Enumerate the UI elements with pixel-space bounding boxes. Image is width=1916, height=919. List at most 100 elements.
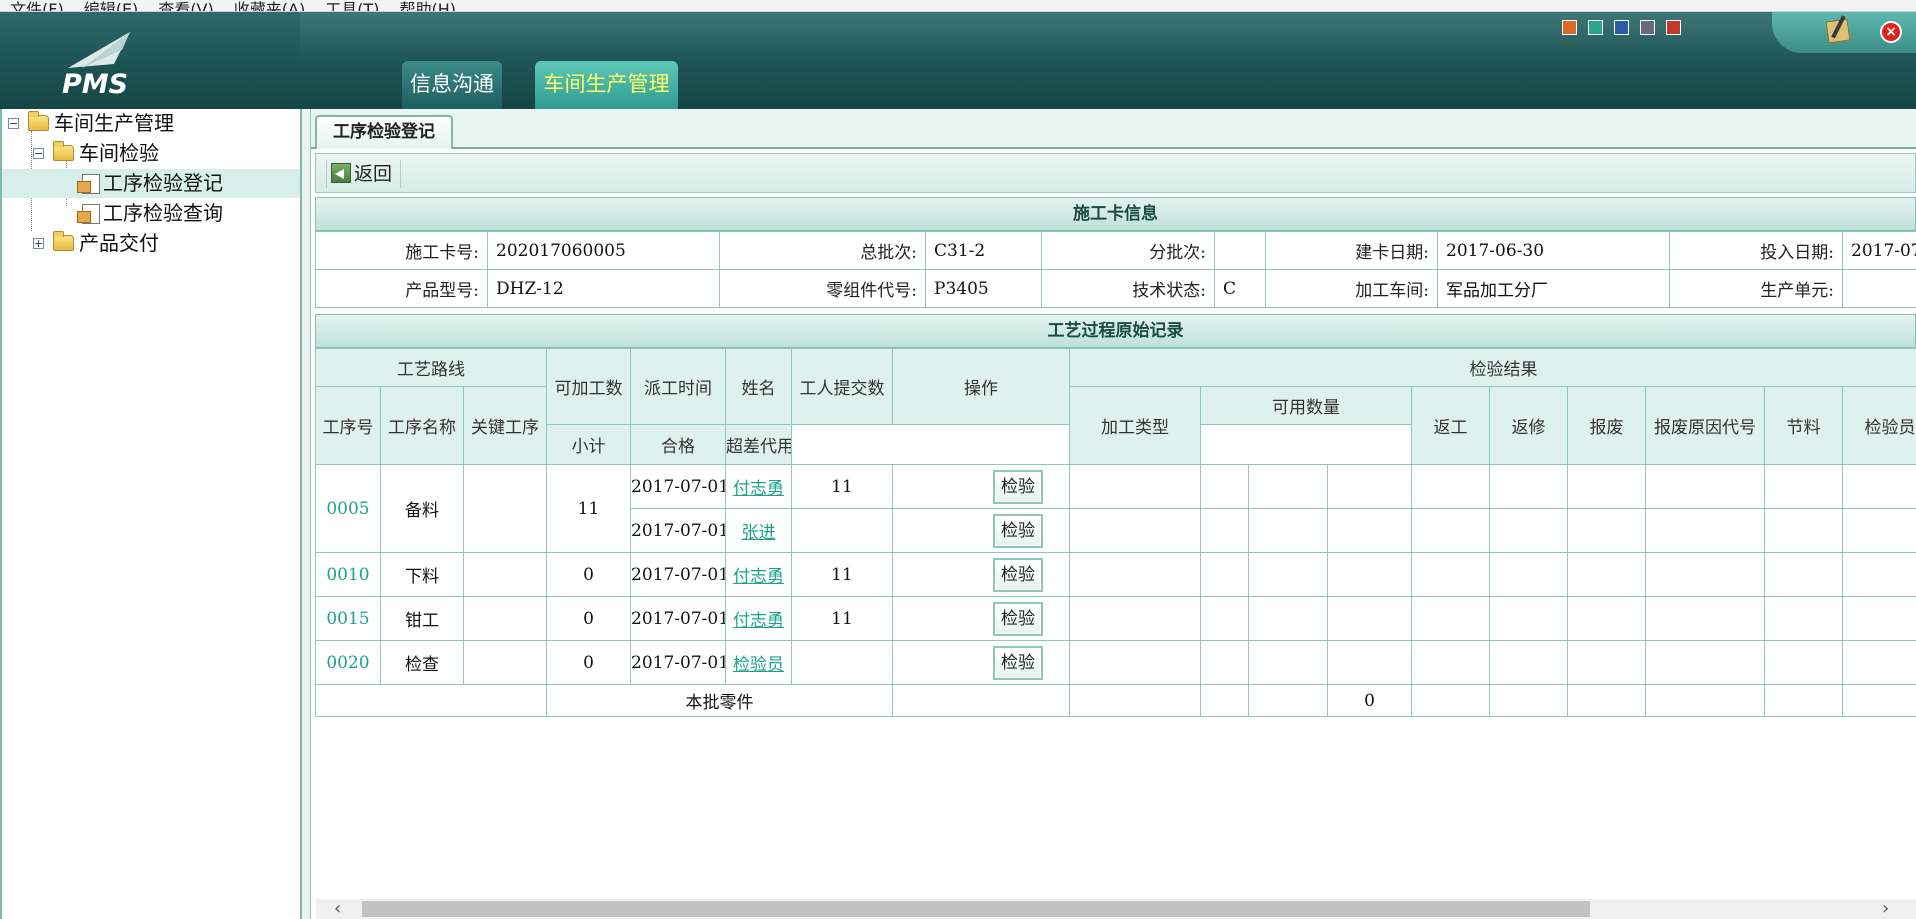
card-info-section: 施工卡信息 施工卡号: 202017060005 总批次: C31-2 分批次:… bbox=[315, 197, 1916, 308]
op-name-cell: 下料 bbox=[380, 552, 464, 597]
dispatch-time-cell: 2017-07-01 bbox=[630, 552, 726, 597]
close-icon[interactable]: × bbox=[1880, 21, 1902, 43]
tab-process-inspection-register[interactable]: 工序检验登记 bbox=[315, 115, 453, 149]
production-unit-label: 生产单元: bbox=[1669, 269, 1843, 308]
total-batch-value: C31-2 bbox=[925, 231, 1042, 270]
page-icon bbox=[77, 204, 100, 224]
back-icon bbox=[331, 162, 351, 183]
process-record-section: 工艺过程原始记录 工艺路线 可加工数 派工时间 姓名 工人提交数 操作 检验结果… bbox=[315, 314, 1916, 717]
product-model-value: DHZ-12 bbox=[487, 269, 720, 308]
worker-name-cell: 检验员 bbox=[725, 640, 792, 685]
collapse-toggle-icon[interactable]: − bbox=[8, 118, 19, 129]
submitted-header: 工人提交数 bbox=[791, 348, 893, 425]
worker-name-cell: 付志勇 bbox=[725, 464, 792, 509]
nav-tab-info[interactable]: 信息沟通 bbox=[402, 61, 502, 109]
expand-toggle-icon[interactable]: + bbox=[33, 238, 44, 249]
back-button[interactable]: 返回 bbox=[326, 160, 402, 188]
dispatch-time-cell: 2017-07-01 bbox=[630, 464, 726, 509]
production-unit-value bbox=[1842, 269, 1916, 308]
result-group-header: 检验结果 bbox=[1068, 348, 1916, 387]
worker-name-link[interactable]: 检验员 bbox=[733, 655, 784, 675]
page-icon bbox=[77, 174, 100, 194]
inspector-header: 检验员 bbox=[1841, 386, 1916, 465]
theme-swatch-gray[interactable] bbox=[1640, 20, 1655, 35]
inspect-button[interactable]: 检验 bbox=[993, 513, 1043, 548]
worker-name-link[interactable]: 付志勇 bbox=[733, 611, 784, 631]
edit-icon[interactable] bbox=[1825, 18, 1851, 44]
tree-item-workshop-management[interactable]: − 车间生产管理 bbox=[2, 109, 300, 138]
action-cell: 检验 bbox=[892, 552, 1070, 597]
menu-favorites[interactable]: 收藏夹(A) bbox=[224, 2, 315, 12]
action-header: 操作 bbox=[892, 348, 1070, 425]
route-group-header: 工艺路线 bbox=[315, 348, 547, 387]
inspect-button[interactable]: 检验 bbox=[993, 601, 1043, 636]
worker-name-cell: 张进 bbox=[725, 508, 792, 553]
menu-file[interactable]: 文件(F) bbox=[0, 2, 74, 12]
action-cell: 检验 bbox=[892, 508, 1070, 553]
workable-cell: 0 bbox=[546, 552, 631, 597]
subtotal-header: 小计 bbox=[546, 424, 631, 465]
input-date-value: 2017-07 bbox=[1842, 231, 1916, 270]
op-name-cell: 钳工 bbox=[380, 596, 464, 641]
menu-help[interactable]: 帮助(H) bbox=[389, 2, 466, 12]
sidebar-splitter[interactable] bbox=[302, 109, 311, 919]
theme-swatches bbox=[1562, 20, 1692, 38]
card-info-table: 施工卡号: 202017060005 总批次: C31-2 分批次: 建卡日期:… bbox=[315, 231, 1916, 308]
qty-group-header: 可用数量 bbox=[1200, 386, 1412, 425]
worker-name-link[interactable]: 付志勇 bbox=[733, 479, 784, 499]
repair-header: 返修 bbox=[1489, 386, 1568, 465]
tree-item-process-inspection-query[interactable]: 工序检验查询 bbox=[2, 199, 300, 228]
menu-edit[interactable]: 编辑(E) bbox=[74, 2, 149, 12]
theme-swatch-blue[interactable] bbox=[1614, 20, 1629, 35]
worker-name-link[interactable]: 付志勇 bbox=[733, 567, 784, 587]
tree-item-label: 车间生产管理 bbox=[54, 111, 174, 135]
theme-swatch-red[interactable] bbox=[1666, 20, 1681, 35]
logo-sail-icon bbox=[68, 32, 130, 68]
tree-item-workshop-inspection[interactable]: − 车间检验 bbox=[2, 139, 300, 168]
dispatch-time-cell: 2017-07-01 bbox=[630, 508, 726, 553]
submitted-cell: 11 bbox=[791, 596, 893, 641]
tech-status-value: C bbox=[1214, 269, 1266, 308]
table-row: 0010 下料 0 2017-07-01 付志勇 11 检验 bbox=[315, 552, 1916, 597]
tree-item-label: 产品交付 bbox=[79, 231, 159, 255]
part-code-value: P3405 bbox=[925, 269, 1042, 308]
op-no-cell: 0010 bbox=[315, 552, 381, 597]
theme-swatch-orange[interactable] bbox=[1562, 20, 1577, 35]
batch-total-row: 本批零件 0 bbox=[315, 684, 1916, 717]
pms-logo: PMS bbox=[62, 30, 142, 100]
nav-tab-workshop[interactable]: 车间生产管理 bbox=[535, 61, 678, 109]
inspect-button[interactable]: 检验 bbox=[993, 645, 1043, 680]
back-label: 返回 bbox=[354, 163, 393, 185]
tree-item-label: 工序检验查询 bbox=[103, 201, 223, 225]
inspect-button[interactable]: 检验 bbox=[993, 469, 1043, 504]
submitted-cell: 11 bbox=[791, 552, 893, 597]
tree-item-process-inspection-register[interactable]: 工序检验登记 bbox=[2, 169, 300, 198]
action-cell: 检验 bbox=[892, 640, 1070, 685]
scrollbar-thumb[interactable] bbox=[362, 901, 1590, 917]
tree-item-label: 车间检验 bbox=[79, 141, 159, 165]
scroll-left-icon[interactable]: ‹ bbox=[334, 900, 350, 918]
op-no-cell: 0005 bbox=[315, 464, 381, 553]
horizontal-scrollbar[interactable]: ‹ › bbox=[316, 899, 1916, 919]
batch-total-label: 本批零件 bbox=[546, 684, 893, 717]
tree-item-product-delivery[interactable]: + 产品交付 bbox=[2, 229, 300, 258]
key-op-cell bbox=[463, 640, 547, 685]
worker-name-link[interactable]: 张进 bbox=[742, 523, 776, 543]
workshop-label: 加工车间: bbox=[1265, 269, 1438, 308]
saving-header: 节料 bbox=[1764, 386, 1843, 465]
process-record-table: 工艺路线 可加工数 派工时间 姓名 工人提交数 操作 检验结果 工序号 工序名称… bbox=[315, 348, 1916, 717]
key-op-cell bbox=[463, 552, 547, 597]
worker-name-cell: 付志勇 bbox=[725, 596, 792, 641]
app-header: PMS 信息沟通 车间生产管理 × bbox=[0, 12, 1916, 109]
theme-swatch-green[interactable] bbox=[1588, 20, 1603, 35]
dispatch-time-header: 派工时间 bbox=[630, 348, 726, 425]
collapse-toggle-icon[interactable]: − bbox=[33, 148, 44, 159]
qualified-header: 合格 bbox=[630, 424, 726, 465]
dispatch-time-cell: 2017-07-01 bbox=[630, 640, 726, 685]
menu-tools[interactable]: 工具(T) bbox=[315, 2, 389, 12]
logo-text: PMS bbox=[62, 69, 129, 100]
folder-open-icon bbox=[53, 141, 74, 161]
menu-view[interactable]: 查看(V) bbox=[148, 2, 223, 12]
inspect-button[interactable]: 检验 bbox=[993, 557, 1043, 592]
scroll-right-icon[interactable]: › bbox=[1882, 900, 1898, 918]
